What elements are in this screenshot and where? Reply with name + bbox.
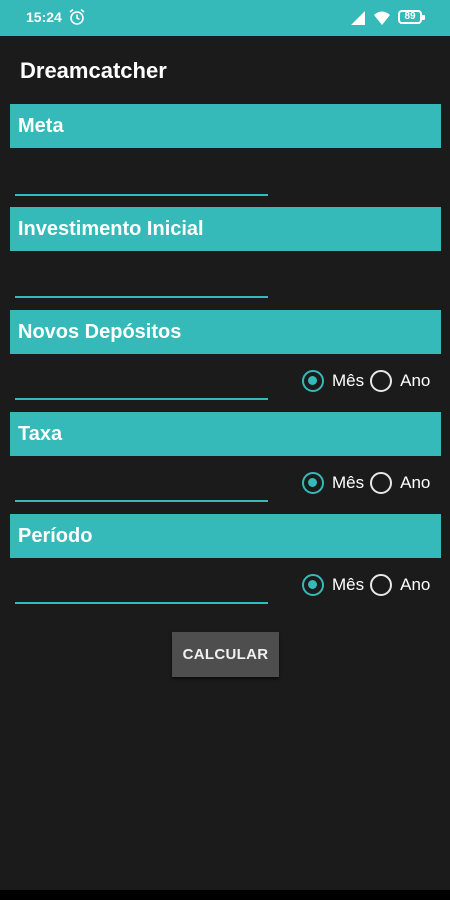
investimento-inicial-header: Investimento Inicial [10,207,441,251]
radio-checked-icon [302,574,324,596]
radio-unchecked-icon [370,370,393,392]
taxa-mes-radio[interactable]: Mês [302,472,364,494]
battery-icon: 89 [398,10,425,24]
novos-depositos-ano-radio[interactable]: Ano [370,370,430,392]
taxa-period-group: Mês Ano [302,469,436,497]
periodo-period-group: Mês Ano [302,571,436,599]
novos-depositos-mes-radio[interactable]: Mês [302,370,364,392]
periodo-ano-radio[interactable]: Ano [370,574,430,596]
meta-header: Meta [10,104,441,148]
radio-label-ano: Ano [400,473,431,492]
taxa-ano-radio[interactable]: Ano [370,472,430,494]
periodo-input[interactable] [15,574,268,604]
radio-label-mes: Mês [332,473,365,492]
investimento-inicial-input[interactable] [15,268,268,298]
radio-unchecked-icon [370,574,393,596]
periodo-header: Período [10,514,441,558]
radio-label-ano: Ano [400,371,431,390]
radio-label-mes: Mês [332,371,365,390]
radio-label-mes: Mês [332,575,365,594]
taxa-header: Taxa [10,412,441,456]
calcular-button[interactable]: CALCULAR [172,632,279,677]
meta-input[interactable] [15,166,268,196]
novos-depositos-input[interactable] [15,370,268,400]
alarm-icon [69,8,85,25]
radio-checked-icon [302,370,324,392]
periodo-mes-radio[interactable]: Mês [302,574,364,596]
radio-label-ano: Ano [400,575,431,594]
radio-unchecked-icon [370,472,393,494]
status-bar: 15:24 89 [0,0,450,36]
taxa-input[interactable] [15,472,268,502]
novos-depositos-period-group: Mês Ano [302,367,436,395]
novos-depositos-header: Novos Depósitos [10,310,441,354]
navigation-bar [0,890,450,900]
signal-icon [351,11,365,25]
status-time: 15:24 [26,9,62,25]
radio-checked-icon [302,472,324,494]
app-title: Dreamcatcher [20,58,167,83]
wifi-icon [374,11,390,25]
